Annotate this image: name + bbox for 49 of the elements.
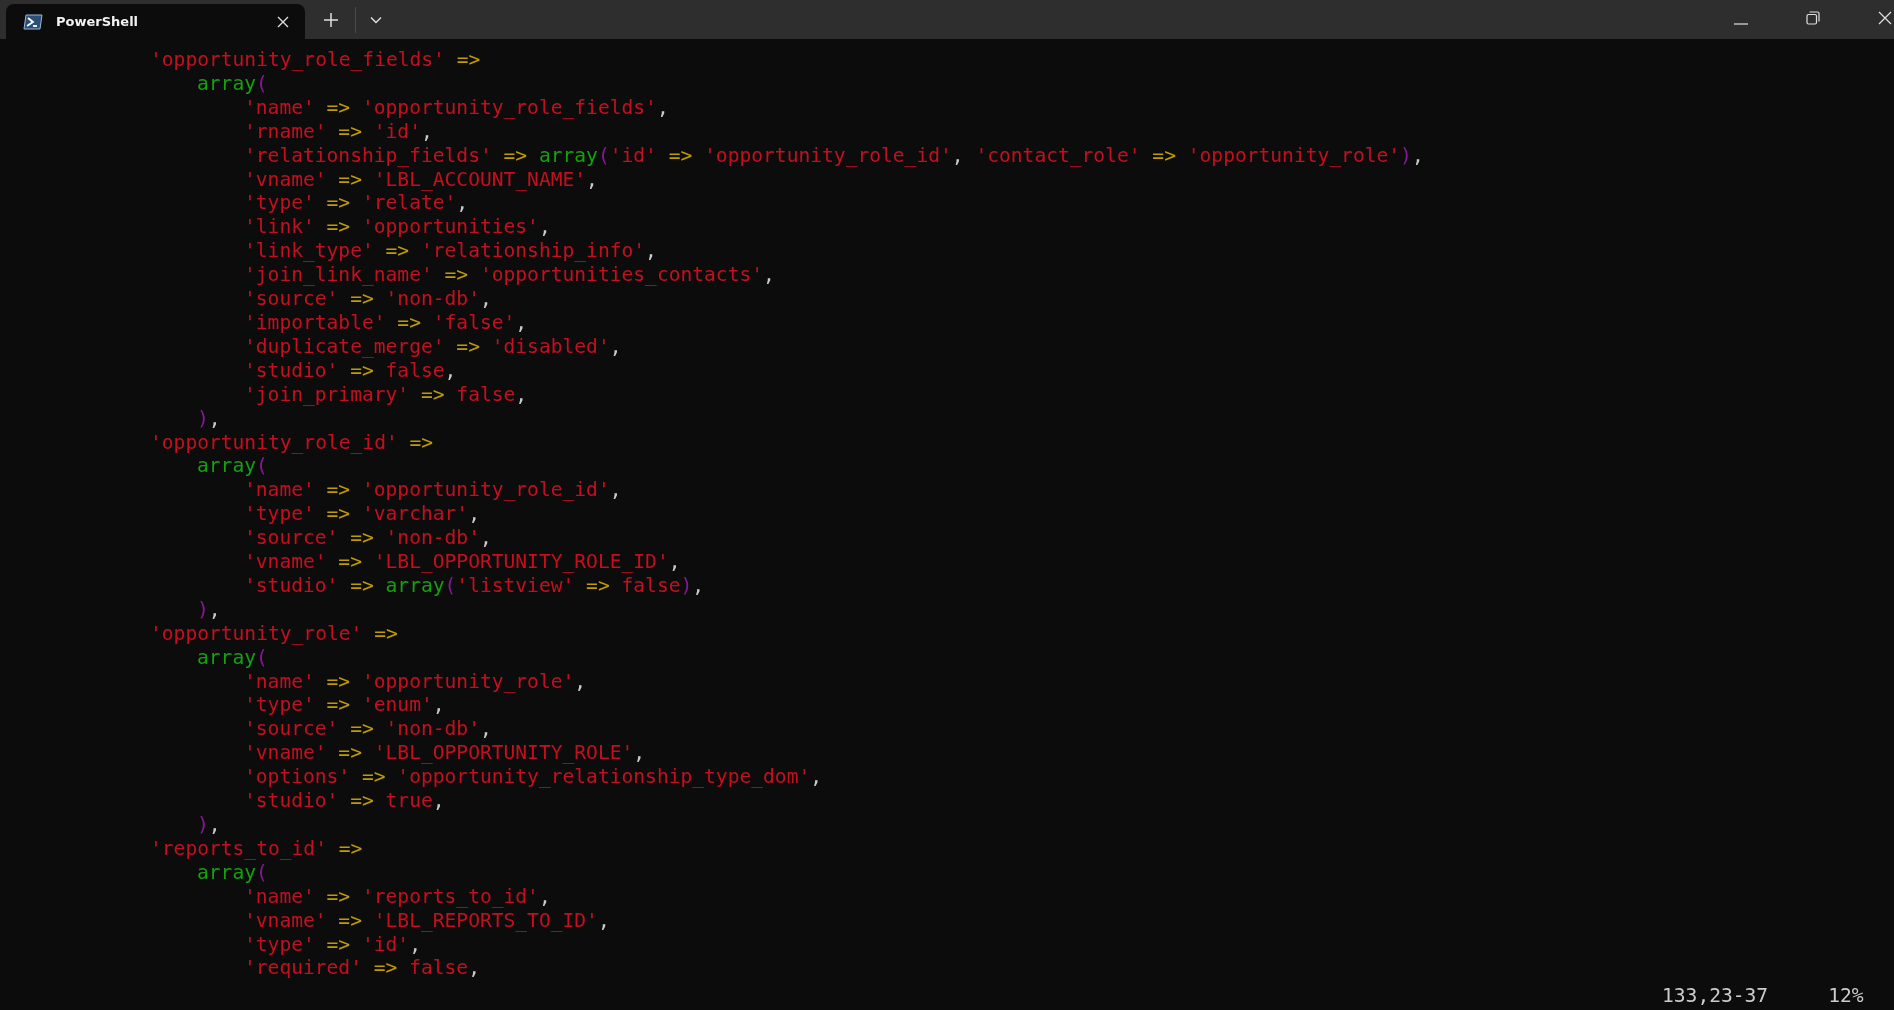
new-tab-icon[interactable] (324, 13, 338, 27)
code-line: 'name' => 'reports_to_id', (244, 884, 551, 909)
code-line: 'relationship_fields' => array('id' => 'opportunity_role_id', 'contact_role' => 'opportunity_role'), (244, 143, 1424, 168)
code-line: 'vname' => 'LBL_REPORTS_TO_ID', (244, 908, 610, 933)
code-line: 'studio' => true, (244, 789, 445, 813)
code-line: ), (197, 813, 221, 837)
restore-icon[interactable] (1806, 11, 1820, 25)
code-line: 'source' => 'non-db', (244, 526, 492, 551)
cursor-position: 133,23-37 (1662, 984, 1769, 1009)
code-line: 'duplicate_merge' => 'disabled', (244, 334, 622, 359)
scroll-percent: 12% (1828, 984, 1864, 1009)
code-line: 'link_type' => 'relationship_info', (244, 239, 657, 264)
code-line: 'vname' => 'LBL_ACCOUNT_NAME', (244, 167, 598, 192)
terminal-tab[interactable]: PowerShell (6, 4, 305, 39)
code-line: 'join_primary' => false, (244, 382, 528, 407)
tab-title: PowerShell (56, 14, 140, 29)
code-line: 'importable' => 'false', (244, 310, 528, 335)
code-line: 'type' => 'varchar', (244, 502, 480, 527)
close-icon[interactable] (1878, 11, 1892, 25)
code-line: 'vname' => 'LBL_OPPORTUNITY_ROLE', (244, 741, 646, 766)
powershell-icon (23, 13, 43, 30)
code-line: ), (197, 597, 221, 622)
code-line: 'reports_to_id' => (150, 836, 363, 861)
code-line: 'opportunity_role_id' => (150, 430, 434, 455)
code-line: 'source' => 'non-db', (244, 717, 492, 742)
code-line: 'join_link_name' => 'opportunities_contacts', (244, 263, 775, 288)
code-line: 'opportunity_role' => (150, 621, 398, 646)
code-line: 'name' => 'opportunity_role', (244, 669, 587, 694)
code-line: 'studio' => array('listview' => false), (244, 573, 705, 598)
code-line: 'options' => 'opportunity_relationship_type_dom', (244, 765, 823, 790)
code-line: 'opportunity_role_fields' => (150, 48, 481, 72)
code-line: array( (197, 860, 268, 885)
code-line: 'studio' => false, (244, 358, 457, 383)
code-line: 'type' => 'enum', (244, 693, 445, 718)
code-line: array( (197, 71, 268, 96)
code-line: 'name' => 'opportunity_role_fields', (244, 95, 669, 120)
code-line: 'rname' => 'id', (244, 119, 433, 144)
code-line: ), (197, 406, 221, 431)
code-line: 'required' => false, (244, 956, 480, 981)
dropdown-chevron-icon[interactable] (370, 16, 382, 24)
code-line: array( (197, 454, 268, 479)
code-line: 'source' => 'non-db', (244, 287, 492, 311)
close-tab-icon[interactable] (277, 15, 289, 28)
code-line: 'link' => 'opportunities', (244, 215, 551, 240)
code-line: 'name' => 'opportunity_role_id', (244, 478, 622, 503)
code-line: 'vname' => 'LBL_OPPORTUNITY_ROLE_ID', (244, 550, 681, 574)
code-line: 'type' => 'relate', (244, 191, 469, 216)
code-line: array( (197, 645, 268, 670)
code-line: 'type' => 'id', (244, 932, 421, 957)
